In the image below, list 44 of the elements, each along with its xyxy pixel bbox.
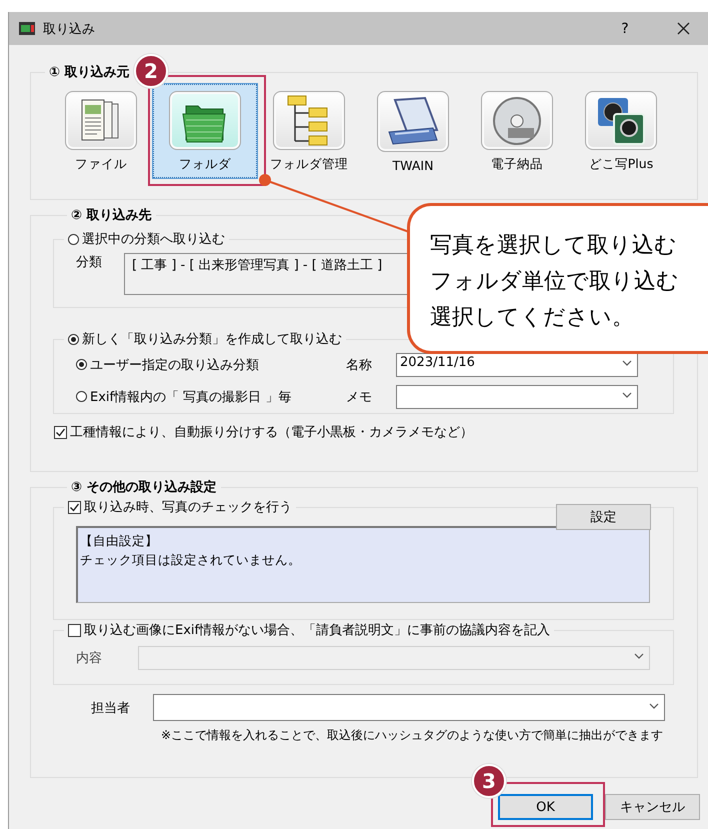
close-icon[interactable] [676,22,690,35]
dialog-button[interactable]: キャンセル [605,794,700,820]
checkbox[interactable] [68,500,81,514]
source-option[interactable]: フォルダ管理 [272,84,346,178]
group-title: ② 取り込み先 [70,206,153,224]
field-label: 名称 [346,356,373,374]
option-label: 選択中の分類へ取り込む [82,231,225,248]
chevron-down-icon [622,360,632,366]
checkbox-label: 取り込み時、写真のチェックを行う [84,499,292,516]
app-icon [19,22,35,35]
source-option[interactable]: TWAIN [376,84,450,178]
settings-button[interactable]: 設定 [556,504,651,530]
field-label: 分類 [76,254,102,272]
hint-text: ※ここで情報を入れることで、取込後にハッシュタグのような使い方で簡単に抽出ができます [161,727,664,744]
checkbox[interactable] [54,426,67,438]
callout-tooltip: 写真を選択して取り込む フォルダ単位で取り込む 選択してください。 [407,203,708,354]
window-title: 取り込み [43,20,96,38]
help-button[interactable]: ? [600,20,650,36]
dropdown-field[interactable] [153,694,665,721]
source-option[interactable]: フォルダ [153,84,257,178]
group-title: ③ その他の取り込み設定 [70,478,218,496]
field-label: 担当者 [91,700,131,716]
checkbox-label: 工種情報により、自動振り分けする（電子小黒板・カメラメモなど） [70,424,473,441]
radio-button[interactable] [68,234,79,244]
chevron-down-icon [649,702,659,708]
summary-text: チェック項目は設定されていません。 [80,550,302,568]
summary-text: 【自由設定】 [80,532,159,550]
radio-button[interactable] [76,359,87,370]
radio-button[interactable] [76,391,87,402]
source-option[interactable]: 電子納品 [480,84,554,178]
dialog-button[interactable]: OK [498,794,593,820]
dropdown-field[interactable]: 2023/11/16 [396,352,638,376]
checkbox-label: 取り込む画像にExif情報がない場合、「請負者説明文」に事前の協議内容を記入 [84,622,550,639]
field-label: 内容 [76,650,103,666]
group-title: ① 取り込み元 [48,64,131,81]
chevron-down-icon [634,652,644,658]
option-label: 新しく「取り込み分類」を作成して取り込む [82,331,342,348]
dropdown-field[interactable] [396,384,638,408]
chevron-down-icon [622,392,632,398]
option-label: Exif情報内の「 写真の撮影日 」毎 [90,388,292,406]
field-label: メモ [346,388,373,406]
option-label: ユーザー指定の取り込み分類 [90,356,259,374]
source-option[interactable]: どこ写Plus [584,84,658,178]
radio-button[interactable] [68,334,79,344]
